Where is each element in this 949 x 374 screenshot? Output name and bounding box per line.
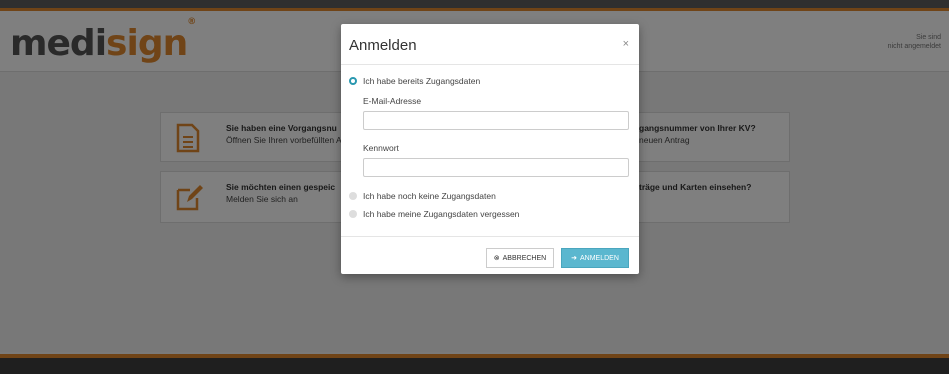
radio-selected-icon[interactable] [349, 77, 357, 85]
radio-forgot-credentials[interactable]: Ich habe meine Zugangsdaten vergessen [349, 209, 519, 219]
login-button-label: ANMELDEN [579, 254, 619, 262]
radio-label: Ich habe noch keine Zugangsdaten [363, 191, 496, 201]
radio-no-credentials[interactable]: Ich habe noch keine Zugangsdaten [349, 191, 496, 201]
sign-in-icon: ➜ [571, 255, 577, 262]
radio-label: Ich habe bereits Zugangsdaten [363, 76, 481, 86]
dialog-header: Anmelden × [341, 24, 639, 65]
radio-unselected-icon[interactable] [349, 192, 357, 200]
dialog-title: Anmelden [349, 37, 417, 54]
dialog-footer: ⊗ ABBRECHEN ➜ ANMELDEN [341, 236, 639, 275]
radio-label: Ich habe meine Zugangsdaten vergessen [363, 209, 520, 219]
password-field[interactable] [363, 158, 629, 177]
close-icon[interactable]: × [623, 38, 629, 50]
email-label: E-Mail-Adresse [363, 96, 422, 106]
radio-unselected-icon[interactable] [349, 210, 357, 218]
radio-have-credentials[interactable]: Ich habe bereits Zugangsdaten [349, 76, 480, 86]
email-field[interactable] [363, 111, 629, 130]
login-dialog: Anmelden × Ich habe bereits Zugangsdaten… [341, 24, 639, 274]
cancel-button-label: ABBRECHEN [502, 254, 547, 262]
password-label: Kennwort [363, 143, 399, 153]
login-button[interactable]: ➜ ANMELDEN [561, 248, 629, 268]
cancel-button[interactable]: ⊗ ABBRECHEN [486, 248, 554, 268]
cancel-circle-icon: ⊗ [493, 255, 500, 262]
